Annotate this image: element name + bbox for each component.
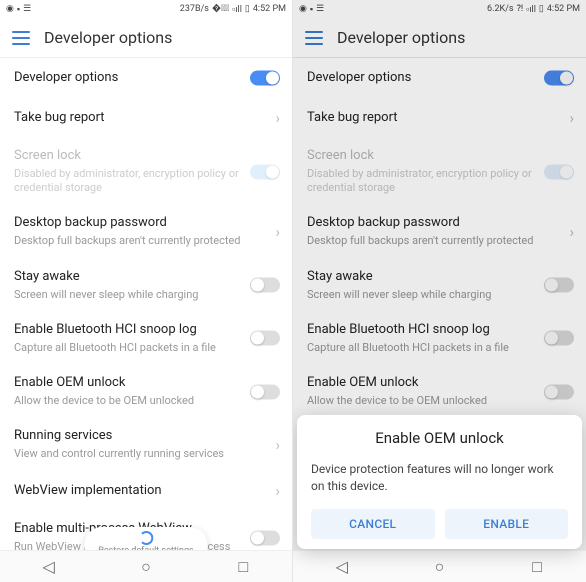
clock: 4:52 PM <box>547 4 580 14</box>
back-icon[interactable]: ◁ <box>334 559 350 575</box>
toggle-bluetooth-hci[interactable] <box>544 331 574 346</box>
item-oem-unlock[interactable]: Enable OEM unlock Allow the device to be… <box>293 365 586 418</box>
item-screen-lock: Screen lock Disabled by administrator, e… <box>293 138 586 205</box>
app-header: Developer options <box>293 18 586 58</box>
enable-button[interactable]: ENABLE <box>445 509 569 539</box>
toggle-oem-unlock[interactable] <box>250 384 280 399</box>
nav-bar: ◁ ○ □ <box>293 550 586 582</box>
battery-icon: ▯ <box>245 4 250 14</box>
item-bluetooth-hci[interactable]: Enable Bluetooth HCI snoop log Capture a… <box>293 312 586 365</box>
toggle-screen-lock <box>250 164 280 179</box>
recent-icon[interactable]: □ <box>235 559 251 575</box>
item-developer-options[interactable]: Developer options <box>293 58 586 98</box>
menu-icon[interactable] <box>12 31 30 45</box>
clock: 4:52 PM <box>253 4 286 14</box>
sim-icon: ▪ <box>17 4 20 15</box>
item-backup-password[interactable]: Desktop backup password Desktop full bac… <box>293 205 586 258</box>
toggle-screen-lock <box>544 164 574 179</box>
home-icon[interactable]: ○ <box>138 559 154 575</box>
chat-icon: ☰ <box>23 4 31 14</box>
signal-icon: ▫ıll <box>232 4 242 15</box>
toggle-stay-awake[interactable] <box>250 278 280 293</box>
cancel-button[interactable]: CANCEL <box>311 509 435 539</box>
item-developer-options[interactable]: Developer options <box>0 58 292 98</box>
recent-icon[interactable]: □ <box>529 559 545 575</box>
chevron-icon: › <box>275 223 280 241</box>
toggle-developer-options[interactable] <box>544 71 574 86</box>
dialog-title: Enable OEM unlock <box>311 429 568 447</box>
screen-left: ◉ ▪ ☰ 237B/s �ูี ▫ıll ▯ 4:52 PM Develope… <box>0 0 293 582</box>
wifi-icon: ⁈ <box>517 4 524 14</box>
status-bar: ◉ ▪ ☰ 6.2K/s ⁈ ▫ıll ▯ 4:52 PM <box>293 0 586 18</box>
item-oem-unlock[interactable]: Enable OEM unlock Allow the device to be… <box>0 365 292 418</box>
item-webview[interactable]: WebView implementation › <box>0 471 292 511</box>
item-bluetooth-hci[interactable]: Enable Bluetooth HCI snoop log Capture a… <box>0 312 292 365</box>
nav-bar: ◁ ○ □ <box>0 550 292 582</box>
toggle-developer-options[interactable] <box>250 71 280 86</box>
item-screen-lock: Screen lock Disabled by administrator, e… <box>0 138 292 205</box>
dialog-message: Device protection features will no longe… <box>311 461 568 495</box>
chevron-icon: › <box>275 436 280 454</box>
item-running-services[interactable]: Running services View and control curren… <box>0 418 292 471</box>
page-title: Developer options <box>44 28 172 47</box>
settings-list: Developer options Take bug report › Scre… <box>0 58 292 582</box>
network-speed: 6.2K/s <box>487 4 514 14</box>
toggle-stay-awake[interactable] <box>544 278 574 293</box>
page-title: Developer options <box>337 28 465 47</box>
app-header: Developer options <box>0 18 292 58</box>
item-stay-awake[interactable]: Stay awake Screen will never sleep while… <box>293 259 586 312</box>
oem-unlock-dialog: Enable OEM unlock Device protection feat… <box>297 415 582 549</box>
screen-right: ◉ ▪ ☰ 6.2K/s ⁈ ▫ıll ▯ 4:52 PM Developer … <box>293 0 586 582</box>
sim-icon: ▪ <box>310 4 313 15</box>
toggle-multi-webview[interactable] <box>250 531 280 546</box>
chevron-icon: › <box>275 482 280 500</box>
status-bar: ◉ ▪ ☰ 237B/s �ูี ▫ıll ▯ 4:52 PM <box>0 0 292 18</box>
home-icon[interactable]: ○ <box>431 559 447 575</box>
item-backup-password[interactable]: Desktop backup password Desktop full bac… <box>0 205 292 258</box>
network-speed: 237B/s <box>180 4 209 14</box>
item-bug-report[interactable]: Take bug report › <box>293 98 586 138</box>
back-icon[interactable]: ◁ <box>41 559 57 575</box>
wifi-icon: �ูี <box>212 4 229 14</box>
signal-icon: ▫ıll <box>526 4 536 15</box>
location-icon: ◉ <box>299 4 307 14</box>
restore-icon <box>139 531 153 545</box>
chevron-icon: › <box>275 109 280 127</box>
chevron-icon: › <box>569 109 574 127</box>
chevron-icon: › <box>569 223 574 241</box>
item-stay-awake[interactable]: Stay awake Screen will never sleep while… <box>0 259 292 312</box>
menu-icon[interactable] <box>305 31 323 45</box>
chat-icon: ☰ <box>316 4 324 14</box>
battery-icon: ▯ <box>539 4 544 14</box>
item-bug-report[interactable]: Take bug report › <box>0 98 292 138</box>
location-icon: ◉ <box>6 4 14 14</box>
toggle-bluetooth-hci[interactable] <box>250 331 280 346</box>
toggle-oem-unlock[interactable] <box>544 384 574 399</box>
